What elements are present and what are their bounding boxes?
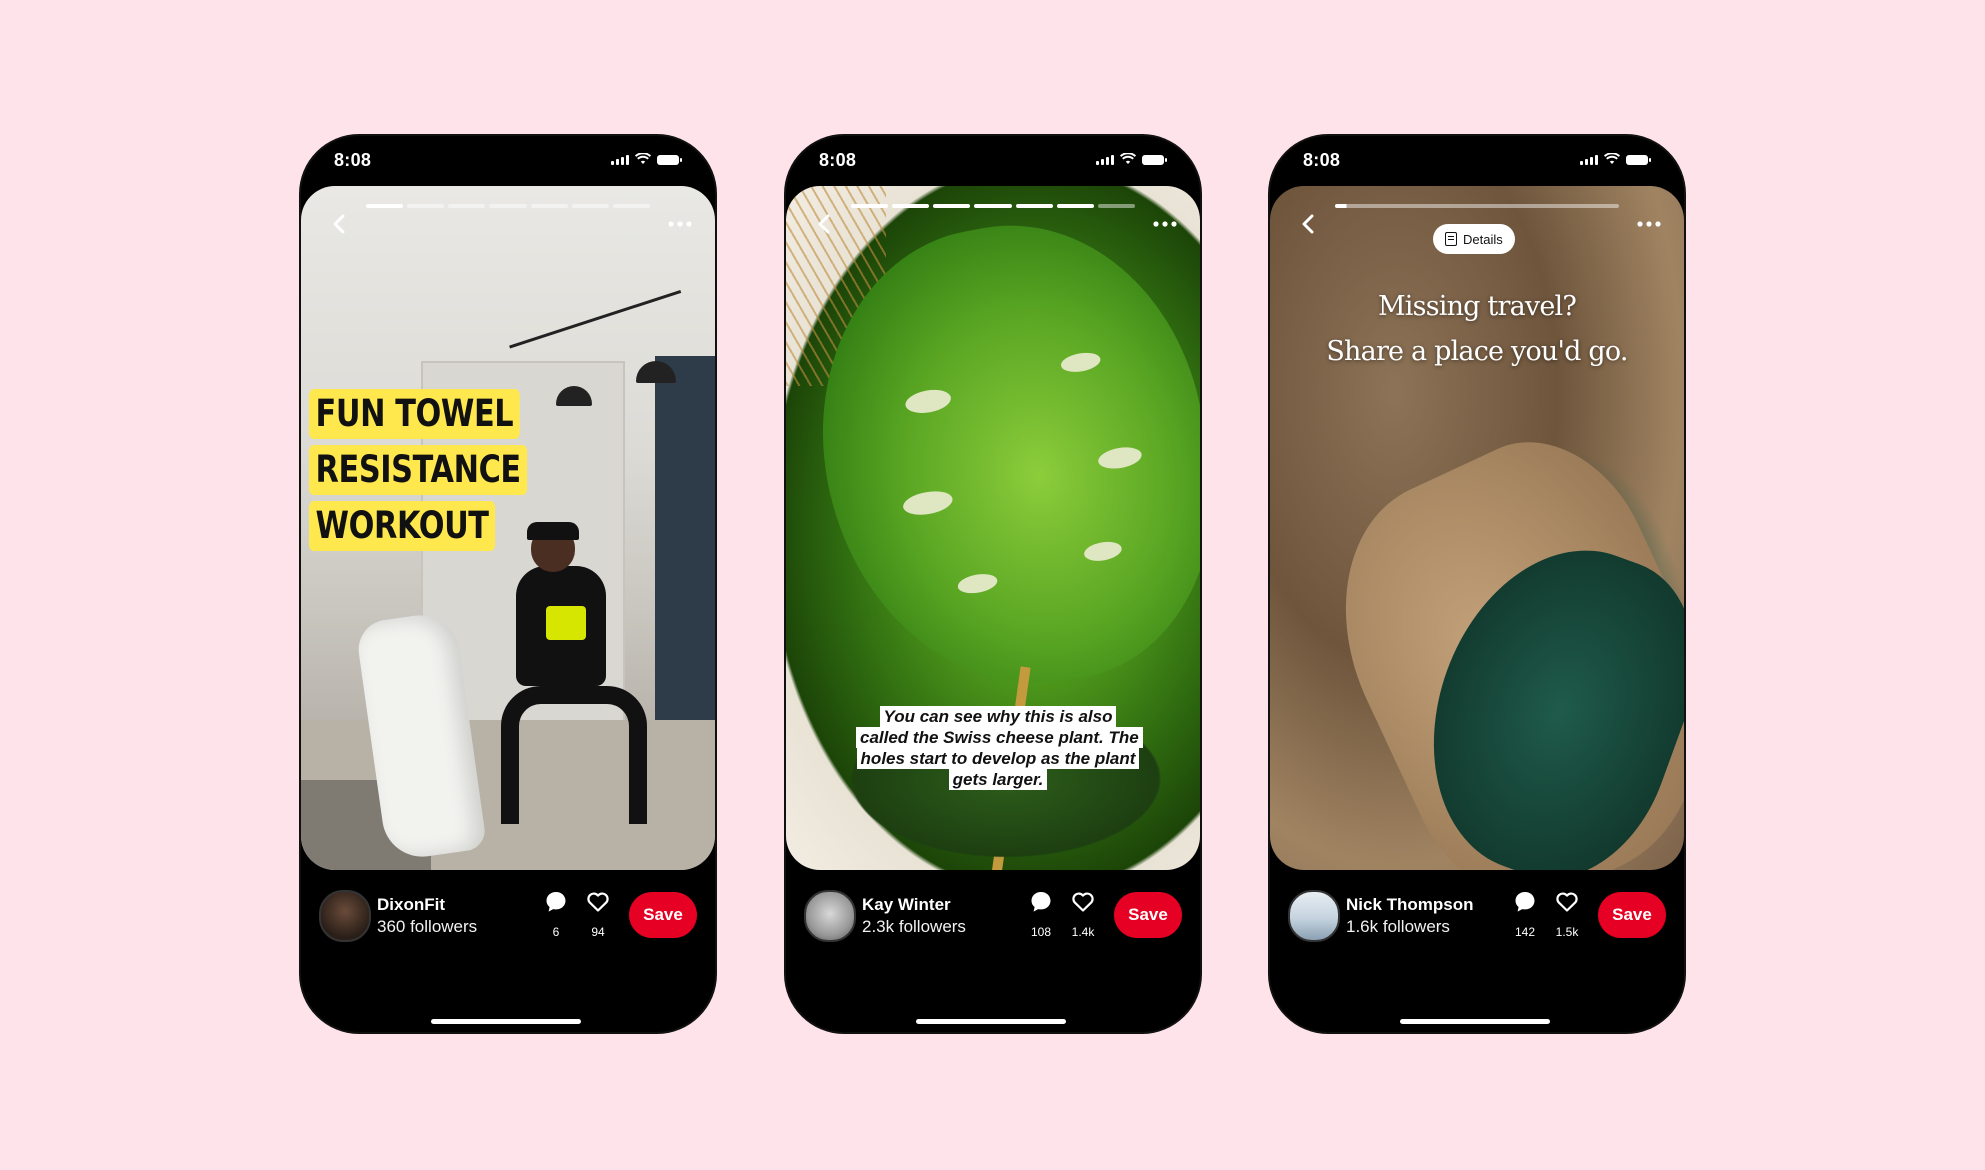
author-info[interactable]: Nick Thompson 1.6k followers (1346, 894, 1474, 938)
pin-footer: Kay Winter 2.3k followers 108 1.4k Save (786, 870, 1200, 1032)
heart-icon (1556, 892, 1578, 912)
wifi-icon (635, 153, 651, 164)
pin-media[interactable]: You can see why this is also called the … (786, 186, 1200, 870)
comment-icon (1031, 892, 1051, 912)
author-name[interactable]: Kay Winter (862, 894, 966, 916)
avatar[interactable] (319, 890, 371, 942)
more-dots-icon[interactable] (1634, 212, 1664, 236)
comment-count: 108 (1030, 925, 1052, 939)
like-count: 1.5k (1555, 925, 1579, 939)
status-bar: 8:08 (1270, 136, 1684, 186)
pin-media[interactable]: Details Missing travel? Share a place yo… (1270, 186, 1684, 870)
follower-count: 1.6k followers (1346, 917, 1450, 936)
more-dots-icon[interactable] (665, 212, 695, 236)
wifi-icon (1120, 153, 1136, 164)
follower-count: 2.3k followers (862, 917, 966, 936)
signal-icon (1580, 155, 1598, 165)
pin-footer: DixonFit 360 followers 6 94 Save (301, 870, 715, 1032)
story-progress (1335, 204, 1619, 208)
author-info[interactable]: DixonFit 360 followers (377, 894, 477, 938)
system-icons (611, 153, 682, 165)
follower-count: 360 followers (377, 917, 478, 936)
like-button[interactable]: 1.5k (1550, 890, 1584, 939)
battery-icon (1142, 155, 1167, 165)
battery-icon (1626, 155, 1651, 165)
caption-line: Missing travel? (1377, 291, 1577, 322)
home-indicator[interactable] (431, 1019, 581, 1024)
home-indicator[interactable] (916, 1019, 1066, 1024)
overlay-line: RESISTANCE (309, 445, 528, 495)
heart-icon (1072, 892, 1094, 912)
comment-icon (546, 892, 566, 912)
battery-icon (657, 155, 682, 165)
phone-mockup-1: 8:08 FUN TOWEL RESISTANCE WORKOUT DixonF… (301, 136, 715, 1032)
signal-icon (611, 155, 629, 165)
phone-mockup-2: 8:08 You can see why this is also called… (786, 136, 1200, 1032)
overlay-caption: You can see why this is also called the … (856, 706, 1143, 790)
comment-button[interactable]: 108 (1024, 890, 1058, 939)
like-button[interactable]: 1.4k (1066, 890, 1100, 939)
overlay-line: WORKOUT (309, 501, 496, 551)
author-name[interactable]: Nick Thompson (1346, 894, 1474, 916)
more-dots-icon[interactable] (1150, 212, 1180, 236)
caption-text: You can see why this is also called the … (856, 706, 1143, 790)
heart-icon (587, 892, 609, 912)
system-icons (1096, 153, 1167, 165)
status-time: 8:08 (819, 150, 857, 170)
phone-mockup-3: 8:08 Details Missing travel? Share a pla… (1270, 136, 1684, 1032)
signal-icon (1096, 155, 1114, 165)
like-count: 94 (591, 925, 605, 939)
save-button[interactable]: Save (629, 892, 697, 938)
status-time: 8:08 (1303, 150, 1341, 170)
overlay-caption: Missing travel? Share a place you'd go. (1290, 284, 1664, 374)
like-button[interactable]: 94 (581, 890, 615, 939)
home-indicator[interactable] (1400, 1019, 1550, 1024)
back-chevron-icon[interactable] (812, 212, 836, 236)
overlay-line: FUN TOWEL (309, 389, 520, 439)
author-name[interactable]: DixonFit (377, 894, 477, 916)
avatar[interactable] (1288, 890, 1340, 942)
author-info[interactable]: Kay Winter 2.3k followers (862, 894, 966, 938)
status-bar: 8:08 (786, 136, 1200, 186)
pin-footer: Nick Thompson 1.6k followers 142 1.5k Sa… (1270, 870, 1684, 1032)
story-progress (366, 204, 650, 208)
athlete-figure (491, 522, 647, 826)
pin-media[interactable]: FUN TOWEL RESISTANCE WORKOUT (301, 186, 715, 870)
back-chevron-icon[interactable] (327, 212, 351, 236)
back-chevron-icon[interactable] (1296, 212, 1320, 236)
comment-count: 142 (1514, 925, 1536, 939)
comment-icon (1515, 892, 1535, 912)
comment-button[interactable]: 6 (539, 890, 573, 939)
overlay-title: FUN TOWEL RESISTANCE WORKOUT (309, 389, 575, 557)
status-time: 8:08 (334, 150, 372, 170)
caption-line: Share a place you'd go. (1326, 336, 1628, 367)
like-count: 1.4k (1071, 925, 1095, 939)
save-button[interactable]: Save (1598, 892, 1666, 938)
story-progress (851, 204, 1135, 208)
save-button[interactable]: Save (1114, 892, 1182, 938)
details-button[interactable]: Details (1433, 224, 1515, 254)
comment-count: 6 (552, 925, 560, 939)
system-icons (1580, 153, 1651, 165)
comment-button[interactable]: 142 (1508, 890, 1542, 939)
details-label: Details (1463, 231, 1503, 247)
document-icon (1445, 232, 1457, 246)
wifi-icon (1604, 153, 1620, 164)
avatar[interactable] (804, 890, 856, 942)
status-bar: 8:08 (301, 136, 715, 186)
